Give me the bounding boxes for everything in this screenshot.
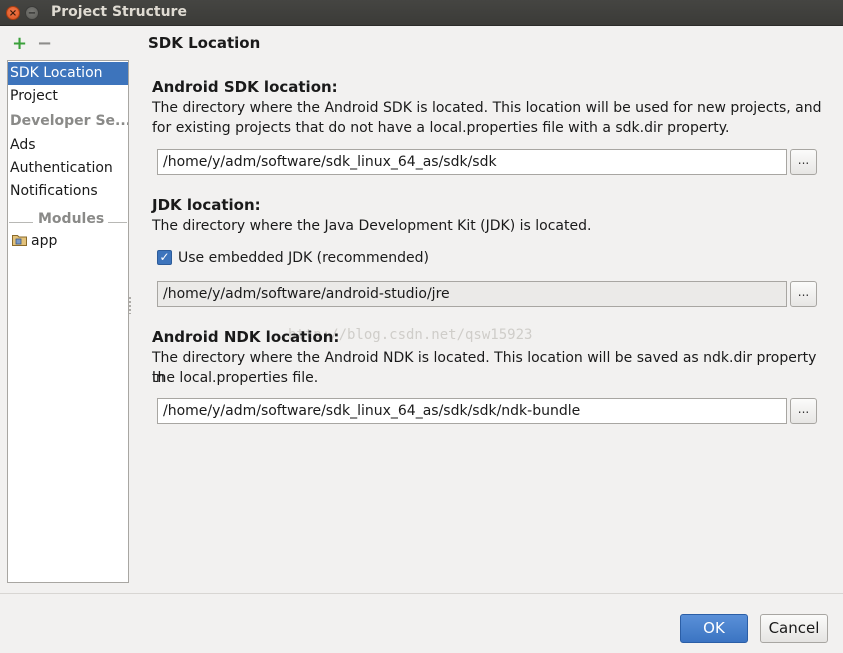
modules-header: Modules <box>34 211 109 227</box>
window-titlebar: × − Project Structure <box>0 0 843 26</box>
module-label: app <box>31 233 58 249</box>
window-close-button[interactable]: × <box>6 6 20 20</box>
sidebar-item-project[interactable]: Project <box>8 85 128 108</box>
module-folder-icon <box>12 235 27 246</box>
modules-divider: Modules <box>8 211 128 229</box>
embedded-jdk-checkbox-label: Use embedded JDK (recommended) <box>178 250 430 266</box>
cancel-button[interactable]: Cancel <box>760 614 828 643</box>
jdk-description: The directory where the Java Development… <box>152 218 592 234</box>
jdk-path-field[interactable]: /home/y/adm/software/android-studio/jre <box>157 281 787 307</box>
sidebar-item-authentication[interactable]: Authentication <box>8 157 128 180</box>
sidebar-item-notifications[interactable]: Notifications <box>8 180 128 203</box>
remove-icon[interactable]: − <box>37 34 52 54</box>
sidebar-item-ads[interactable]: Ads <box>8 134 128 157</box>
page-title: SDK Location <box>148 34 261 52</box>
sidebar-section-developer-services: Developer Se... <box>10 113 128 129</box>
sidebar: SDK Location Project Developer Se... Ads… <box>7 60 129 583</box>
android-sdk-label: Android SDK location: <box>152 78 338 96</box>
android-ndk-path-field[interactable]: /home/y/adm/software/sdk_linux_64_as/sdk… <box>157 398 787 424</box>
sidebar-item-sdk-location[interactable]: SDK Location <box>8 62 128 85</box>
android-ndk-browse-button[interactable]: ... <box>790 398 817 424</box>
embedded-jdk-checkbox[interactable]: ✓ <box>157 250 172 265</box>
ok-button[interactable]: OK <box>680 614 748 643</box>
window-minimize-button[interactable]: − <box>25 6 39 20</box>
window-title: Project Structure <box>51 4 187 20</box>
jdk-browse-button[interactable]: ... <box>790 281 817 307</box>
add-icon[interactable]: + <box>12 34 27 54</box>
android-sdk-description-line1: The directory where the Android SDK is l… <box>152 100 822 116</box>
footer-divider <box>0 593 843 594</box>
android-sdk-browse-button[interactable]: ... <box>790 149 817 175</box>
android-ndk-description-line2: the local.properties file. <box>152 370 319 386</box>
divider-line-left <box>9 222 33 223</box>
jdk-label: JDK location: <box>152 196 261 214</box>
android-sdk-path-field[interactable]: /home/y/adm/software/sdk_linux_64_as/sdk… <box>157 149 787 175</box>
splitter-handle[interactable] <box>128 296 132 314</box>
android-ndk-label: Android NDK location: <box>152 328 340 346</box>
android-sdk-description-line2: for existing projects that do not have a… <box>152 120 730 136</box>
